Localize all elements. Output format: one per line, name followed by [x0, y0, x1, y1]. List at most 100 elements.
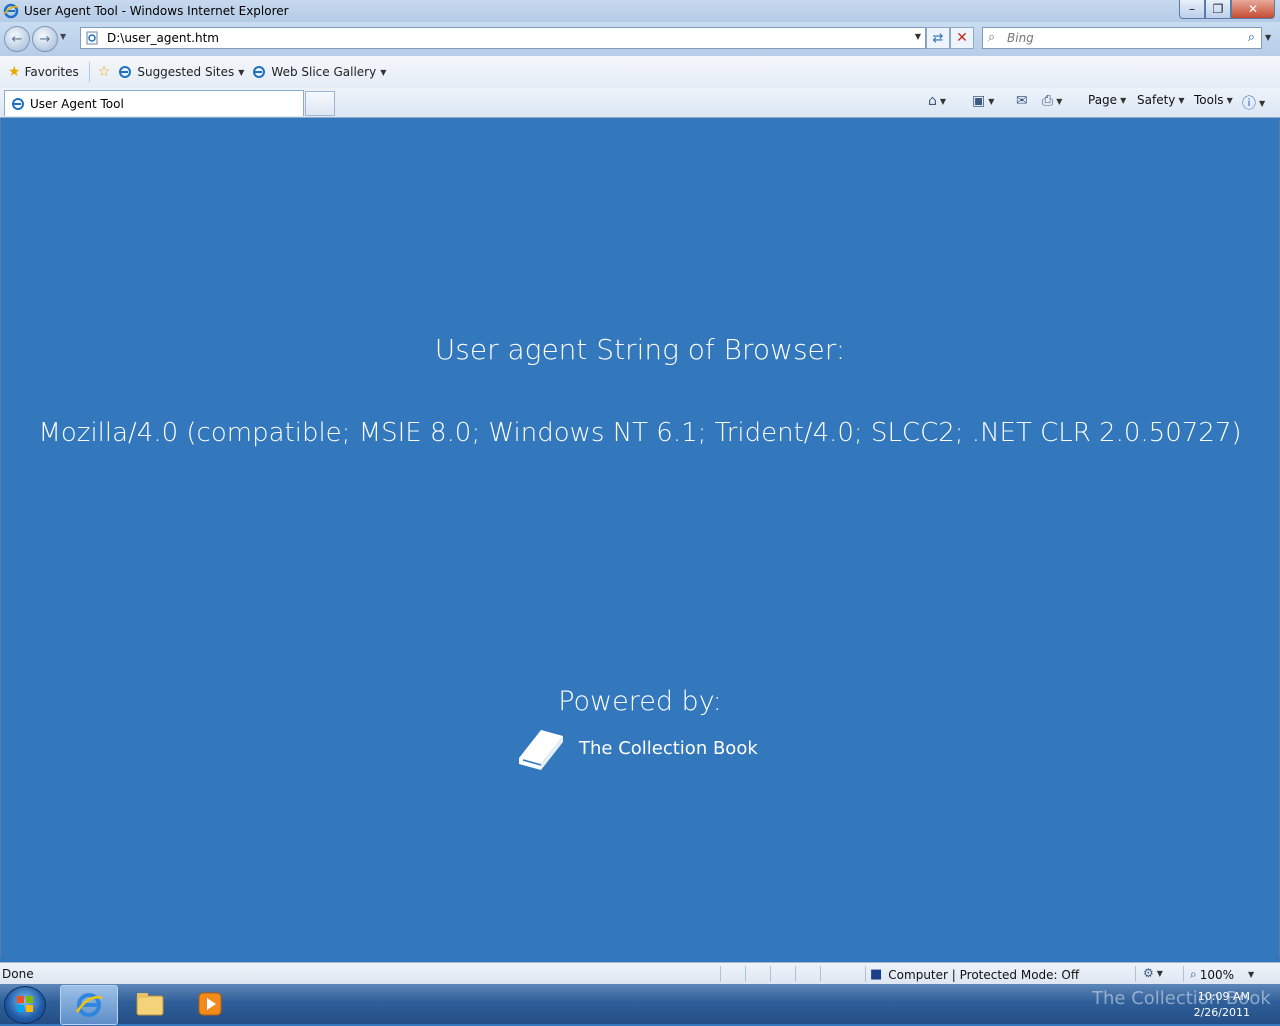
suggested-sites-button[interactable]: Suggested Sites ▼	[118, 65, 244, 79]
brand-link[interactable]: The Collection Book	[515, 724, 758, 772]
divider	[865, 966, 866, 982]
suggested-sites-label: Suggested Sites	[137, 65, 235, 79]
ie-page-icon	[253, 66, 266, 78]
help-icon: ⓘ	[1242, 96, 1256, 112]
page-icon	[86, 31, 98, 45]
minimize-button[interactable]: –	[1179, 0, 1205, 19]
address-dropdown-icon[interactable]: ▼	[915, 32, 921, 41]
star-icon: ★	[8, 64, 21, 80]
restore-icon: ❐	[1212, 2, 1224, 16]
chevron-down-icon: ▼	[939, 96, 947, 106]
mail-icon: ✉	[1016, 93, 1028, 109]
divider	[1183, 966, 1184, 982]
security-zone[interactable]: ■ Computer | Protected Mode: Off	[870, 967, 1079, 982]
search-provider-icon: ⌕	[988, 30, 996, 45]
navigation-bar: ← → ▼ ▼ ⇄ ✕ ⌕ ⌕ ▼	[0, 22, 1280, 56]
search-box: ⌕ ⌕	[982, 27, 1262, 49]
web-slice-gallery-label: Web Slice Gallery	[271, 65, 377, 79]
divider	[745, 966, 746, 982]
close-icon: ✕	[1247, 2, 1259, 16]
windows-logo-icon	[17, 996, 33, 1012]
rss-feed-icon: ▣	[972, 93, 986, 109]
popup-blocker-button[interactable]: ⚙ ▼	[1143, 966, 1163, 980]
chevron-down-icon: ▼	[1226, 95, 1233, 105]
recent-pages-dropdown[interactable]: ▼	[60, 32, 66, 41]
ie-page-icon	[119, 66, 132, 78]
zoom-level: 100%	[1199, 967, 1235, 982]
chevron-down-icon: ▼	[1259, 98, 1266, 108]
printer-icon: ⎙	[1042, 93, 1054, 109]
title-bar: User Agent Tool - Windows Internet Explo…	[0, 0, 1280, 22]
stop-icon: ✕	[956, 30, 968, 46]
taskbar-internet-explorer[interactable]	[60, 985, 118, 1025]
chevron-down-icon: ▼	[1156, 968, 1163, 978]
safety-menu-button[interactable]: Safety ▼	[1137, 93, 1185, 107]
print-button[interactable]: ⎙ ▼	[1042, 93, 1062, 109]
favorites-button[interactable]: ★ Favorites	[8, 64, 79, 80]
chevron-down-icon: ▼	[380, 67, 387, 77]
add-favorite-icon: ☆	[97, 64, 111, 80]
taskbar: 10:09 AM 2/26/2011	[0, 984, 1280, 1025]
book-icon	[519, 730, 563, 770]
tab-user-agent-tool[interactable]: User Agent Tool	[4, 90, 304, 116]
search-options-dropdown[interactable]: ▼	[1265, 33, 1271, 42]
zoom-control[interactable]: ⌕ 100% ▼	[1190, 967, 1254, 982]
read-mail-button[interactable]: ✉	[1016, 93, 1028, 109]
refresh-button[interactable]: ⇄	[926, 27, 950, 49]
feeds-button[interactable]: ▣ ▼	[972, 93, 994, 109]
window-title: User Agent Tool - Windows Internet Explo…	[24, 4, 289, 18]
stop-button[interactable]: ✕	[950, 27, 974, 49]
restore-button[interactable]: ❐	[1205, 0, 1231, 19]
close-button[interactable]: ✕	[1231, 0, 1275, 19]
address-input[interactable]	[105, 30, 899, 46]
forward-button[interactable]: →	[32, 26, 58, 52]
taskbar-media-player[interactable]	[182, 985, 238, 1023]
media-player-icon	[198, 992, 222, 1016]
tab-label: User Agent Tool	[30, 96, 124, 111]
tab-row: User Agent Tool ⌂ ▼ ▣ ▼ ✉ ⎙ ▼ Page ▼ Saf…	[0, 88, 1280, 118]
page-menu-button[interactable]: Page ▼	[1088, 93, 1126, 107]
forward-arrow-icon: →	[39, 31, 51, 47]
address-bar: ▼	[80, 27, 926, 49]
tools-menu-button[interactable]: Tools ▼	[1194, 93, 1233, 107]
page-heading: User agent String of Browser:	[434, 333, 846, 366]
user-agent-string: Mozilla/4.0 (compatible; MSIE 8.0; Windo…	[38, 418, 1242, 448]
chevron-down-icon: ▼	[238, 67, 245, 77]
new-tab-button[interactable]	[305, 91, 335, 116]
favorites-label: Favorites	[24, 65, 79, 79]
divider	[770, 966, 771, 982]
zoom-icon: ⌕	[1190, 967, 1197, 981]
search-input[interactable]	[1005, 30, 1229, 46]
safety-menu-label: Safety	[1137, 93, 1176, 107]
start-button[interactable]	[4, 986, 46, 1024]
web-slice-gallery-button[interactable]: Web Slice Gallery ▼	[252, 65, 386, 79]
brand-name: The Collection Book	[579, 737, 758, 759]
search-icon[interactable]: ⌕	[1248, 30, 1255, 45]
ie-icon	[3, 3, 19, 19]
back-button[interactable]: ←	[4, 26, 30, 52]
divider	[720, 966, 721, 982]
divider	[1135, 966, 1136, 982]
powered-by-label: Powered by:	[558, 686, 722, 717]
watermark: The Collection Book	[1092, 988, 1271, 1009]
divider	[88, 62, 90, 82]
status-bar: Done ■ Computer | Protected Mode: Off ⚙ …	[0, 962, 1280, 985]
home-button[interactable]: ⌂ ▼	[928, 93, 946, 109]
chevron-down-icon: ▼	[1178, 95, 1185, 105]
folder-icon	[136, 993, 164, 1016]
home-icon: ⌂	[928, 93, 937, 109]
chevron-down-icon: ▼	[1056, 96, 1063, 106]
status-text: Done	[2, 967, 34, 981]
divider	[795, 966, 796, 982]
chevron-down-icon: ▼	[988, 96, 995, 106]
chevron-down-icon: ▼	[1120, 95, 1127, 105]
add-to-favorites-bar-button[interactable]: ☆	[98, 64, 111, 80]
help-button[interactable]: ⓘ ▼	[1242, 93, 1265, 113]
zone-label: Computer | Protected Mode: Off	[888, 967, 1080, 982]
refresh-icon: ⇄	[932, 30, 944, 46]
page-content: User agent String of Browser: Mozilla/4.…	[0, 118, 1280, 958]
divider	[820, 966, 821, 982]
back-arrow-icon: ←	[11, 31, 23, 47]
taskbar-windows-explorer[interactable]	[122, 985, 178, 1023]
minimize-icon: –	[1189, 2, 1195, 16]
